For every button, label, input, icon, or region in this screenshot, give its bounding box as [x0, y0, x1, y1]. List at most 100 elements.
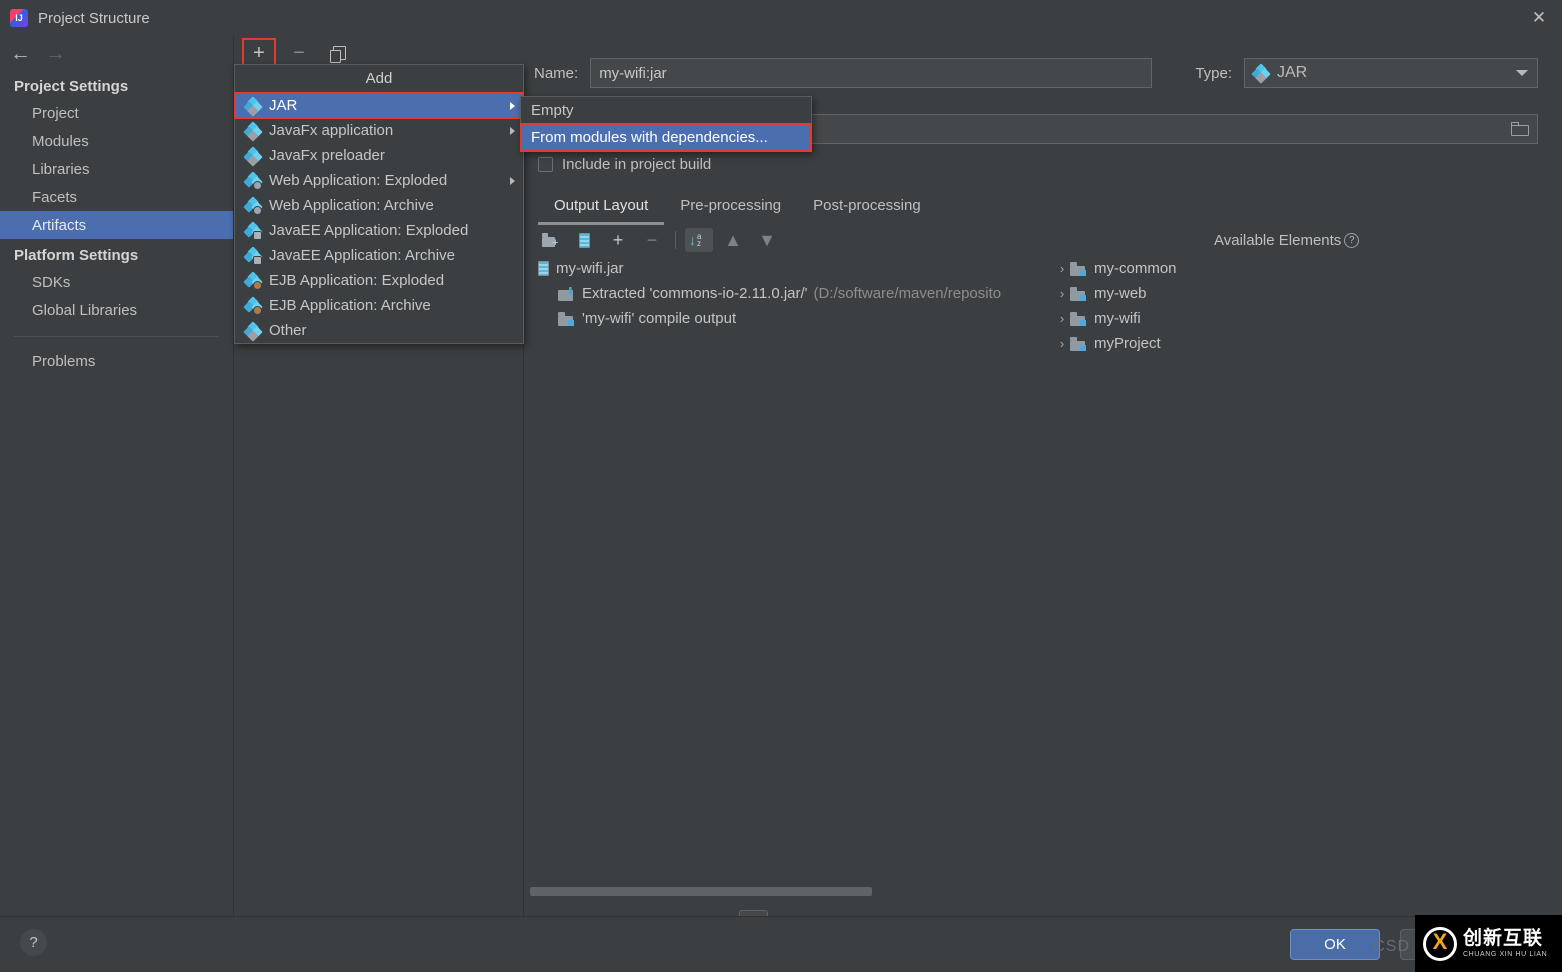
artifact-detail-panel: Name: my-wifi:jar Type: JAR ject\out\art… [524, 36, 1562, 936]
chevron-right-icon[interactable]: › [1054, 261, 1070, 276]
add-menu-item-label: JavaFx application [269, 122, 394, 139]
include-in-build-label: Include in project build [562, 156, 712, 173]
artifact-javaee-icon [243, 220, 263, 240]
sidebar-item-facets[interactable]: Facets [0, 183, 233, 211]
table-row[interactable]: ⬇ Extracted 'commons-io-2.11.0.jar/' (D:… [528, 281, 1048, 306]
available-item-label: my-wifi [1094, 310, 1141, 327]
type-label: Type: [1195, 64, 1232, 82]
list-item[interactable]: › myProject [1052, 331, 1560, 356]
add-menu-item-javafx-application[interactable]: JavaFx application [235, 118, 523, 143]
list-item[interactable]: › my-wifi [1052, 306, 1560, 331]
artifact-type-dropdown[interactable]: JAR [1244, 58, 1538, 88]
chevron-right-icon[interactable]: › [1054, 311, 1070, 326]
chevron-right-icon[interactable]: › [1054, 336, 1070, 351]
window-title: Project Structure [38, 9, 150, 27]
create-directory-icon: + [541, 233, 559, 249]
jar-submenu-item-from-modules[interactable]: From modules with dependencies... [520, 123, 812, 152]
create-directory-button[interactable]: + [536, 228, 564, 252]
artifact-tabs: Output Layout Pre-processing Post-proces… [538, 194, 937, 225]
move-down-button[interactable]: ▼ [753, 228, 781, 252]
help-circle-icon[interactable]: ? [1344, 232, 1360, 248]
sort-alphabetically-button[interactable]: ↓ az [685, 228, 713, 252]
close-icon[interactable]: ✕ [1516, 0, 1562, 36]
tab-pre-processing[interactable]: Pre-processing [664, 194, 797, 225]
sidebar-item-modules[interactable]: Modules [0, 127, 233, 155]
add-menu-item-label: JAR [269, 97, 298, 114]
tree-row-label: 'my-wifi' compile output [582, 310, 737, 327]
csdn-watermark-text: CSD [1373, 938, 1410, 955]
add-menu-item-label: Web Application: Archive [269, 197, 434, 214]
tree-row-sublabel: (D:/software/maven/reposito [813, 285, 1002, 302]
add-artifact-button[interactable]: + [242, 38, 276, 68]
add-menu-item-javaee-application-exploded[interactable]: JavaEE Application: Exploded [235, 218, 523, 243]
sidebar-nav-buttons: ← → [0, 36, 233, 70]
ok-button[interactable]: OK [1290, 929, 1380, 960]
add-menu-header: Add [235, 65, 523, 93]
window-titlebar: Project Structure [0, 0, 1562, 36]
add-menu-item-other[interactable]: Other [235, 318, 523, 343]
sidebar-item-project[interactable]: Project [0, 99, 233, 127]
chuangxin-logo-icon [1423, 926, 1457, 961]
list-item[interactable]: › my-web [1052, 281, 1560, 306]
list-item[interactable]: › my-common [1052, 256, 1560, 281]
project-structure-dialog: Project Structure ✕ ← → Project Settings… [0, 0, 1562, 972]
artifact-jar-icon [1251, 63, 1271, 84]
remove-artifact-button[interactable]: − [284, 40, 314, 66]
artifact-ejb-icon [243, 295, 263, 315]
tab-post-processing[interactable]: Post-processing [797, 194, 937, 225]
settings-sidebar: ← → Project Settings Project Modules Lib… [0, 36, 234, 916]
add-menu-item-label: JavaEE Application: Exploded [269, 222, 469, 239]
include-in-build-checkbox[interactable]: Include in project build [538, 156, 711, 173]
add-menu-item-web-application-archive[interactable]: Web Application: Archive [235, 193, 523, 218]
artifact-javaee-icon [243, 245, 263, 265]
add-menu-item-javafx-preloader[interactable]: JavaFx preloader [235, 143, 523, 168]
watermark-cn-text: 创新互联 [1463, 928, 1544, 949]
add-menu-item-ejb-application-archive[interactable]: EJB Application: Archive [235, 293, 523, 318]
add-menu-item-web-application-exploded[interactable]: Web Application: Exploded [235, 168, 523, 193]
tab-output-layout[interactable]: Output Layout [538, 194, 665, 225]
sidebar-divider [14, 336, 219, 337]
sort-alphabetically-icon: ↓ az [689, 232, 702, 248]
available-elements-tree: › my-common › my-web › my-wifi › myProje… [1052, 256, 1560, 866]
sidebar-item-libraries[interactable]: Libraries [0, 155, 233, 183]
add-menu-item-label: Web Application: Exploded [269, 172, 448, 189]
add-copy-of-button[interactable]: + [604, 228, 632, 252]
back-arrow-icon[interactable]: ← [10, 43, 31, 64]
output-layout-tree: my-wifi.jar ⬇ Extracted 'commons-io-2.11… [528, 256, 1048, 866]
help-button[interactable]: ? [20, 929, 47, 956]
sidebar-item-problems[interactable]: Problems [0, 347, 233, 375]
add-menu-item-label: EJB Application: Exploded [269, 272, 445, 289]
sidebar-item-global-libraries[interactable]: Global Libraries [0, 296, 233, 324]
extracted-archive-icon: ⬇ [558, 286, 575, 301]
chevron-right-icon[interactable]: › [1054, 286, 1070, 301]
add-menu-item-javaee-application-archive[interactable]: JavaEE Application: Archive [235, 243, 523, 268]
artifact-type-row: Type: JAR [1195, 58, 1538, 88]
watermark-pinyin-text: CHUANG XIN HU LIAN [1463, 951, 1548, 958]
sidebar-item-sdks[interactable]: SDKs [0, 268, 233, 296]
jar-submenu: Empty From modules with dependencies... [520, 96, 812, 152]
scrollbar-thumb[interactable] [530, 887, 872, 896]
create-archive-icon [578, 232, 590, 248]
forward-arrow-icon[interactable]: → [45, 43, 66, 64]
jar-submenu-item-empty[interactable]: Empty [521, 97, 811, 124]
artifact-web-icon [243, 170, 263, 190]
artifact-javafx-icon [243, 120, 263, 142]
module-icon [1070, 261, 1087, 276]
sidebar-item-artifacts[interactable]: Artifacts [0, 211, 233, 239]
create-archive-button[interactable] [570, 228, 598, 252]
move-up-button[interactable]: ▲ [719, 228, 747, 252]
remove-element-button[interactable]: − [638, 228, 666, 252]
copy-artifact-button[interactable] [324, 40, 354, 66]
artifact-javafx-icon [243, 145, 263, 167]
add-menu-item-ejb-application-exploded[interactable]: EJB Application: Exploded [235, 268, 523, 293]
folder-icon[interactable] [1511, 122, 1529, 136]
module-icon [1070, 336, 1087, 351]
artifact-name-input[interactable]: my-wifi:jar [590, 58, 1153, 88]
artifact-name-row: Name: my-wifi:jar [534, 58, 1153, 88]
add-menu-item-label: JavaFx preloader [269, 147, 385, 164]
tree-row-artifact-root[interactable]: my-wifi.jar [528, 256, 1048, 281]
horizontal-scrollbar[interactable] [530, 885, 1556, 896]
module-icon [1070, 286, 1087, 301]
table-row[interactable]: 'my-wifi' compile output [528, 306, 1048, 331]
add-menu-item-jar[interactable]: JAR [234, 92, 524, 119]
